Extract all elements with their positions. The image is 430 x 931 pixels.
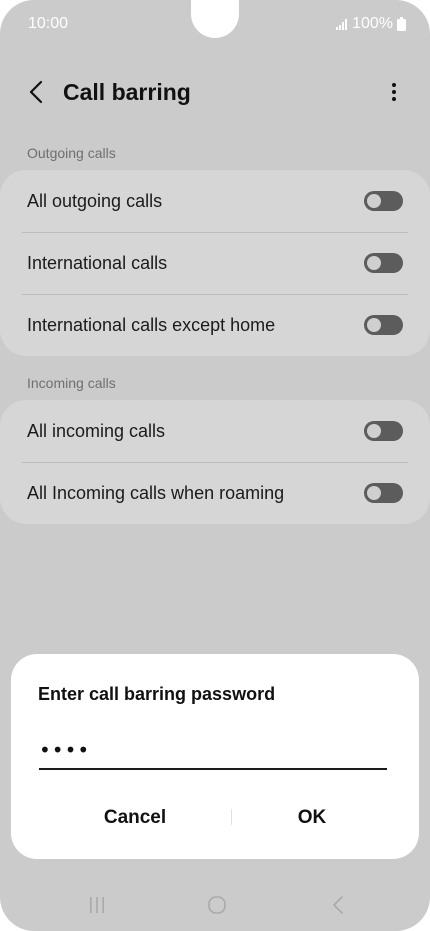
- setting-label: All Incoming calls when roaming: [27, 482, 285, 503]
- setting-row-all-outgoing[interactable]: All outgoing calls: [0, 170, 430, 232]
- more-options-button[interactable]: [378, 74, 410, 110]
- navigation-bar: [0, 880, 430, 930]
- recent-apps-button[interactable]: [77, 890, 117, 920]
- back-button[interactable]: [18, 74, 54, 110]
- back-nav-button[interactable]: [318, 890, 358, 920]
- toggle-international-except-home[interactable]: [364, 315, 403, 335]
- toggle-international[interactable]: [364, 253, 403, 273]
- toggle-knob: [367, 424, 381, 438]
- password-dialog: Enter call barring password Cancel OK: [11, 654, 419, 859]
- page-title: Call barring: [63, 79, 191, 105]
- home-button[interactable]: [197, 890, 237, 920]
- more-vertical-icon: [392, 83, 396, 101]
- password-input[interactable]: [39, 732, 387, 770]
- incoming-calls-card: All incoming calls All Incoming calls wh…: [0, 400, 430, 524]
- cancel-button[interactable]: Cancel: [55, 800, 215, 836]
- toggle-knob: [367, 194, 381, 208]
- battery-icon: [397, 17, 406, 31]
- status-time: 10:00: [28, 15, 69, 32]
- battery-percent: 100%: [352, 15, 393, 32]
- setting-label: International calls: [27, 252, 168, 273]
- setting-row-incoming-roaming[interactable]: All Incoming calls when roaming: [0, 462, 430, 524]
- back-nav-icon: [333, 896, 343, 914]
- recent-apps-icon: [90, 897, 104, 913]
- setting-label: All outgoing calls: [27, 190, 163, 211]
- toggle-all-outgoing[interactable]: [364, 191, 403, 211]
- setting-row-international[interactable]: International calls: [0, 232, 430, 294]
- setting-label: All incoming calls: [27, 420, 166, 441]
- home-icon: [208, 896, 226, 914]
- status-indicators: 100%: [336, 15, 406, 33]
- toggle-all-incoming[interactable]: [364, 421, 403, 441]
- section-label-incoming: Incoming calls: [27, 375, 116, 391]
- setting-label: International calls except home: [27, 314, 276, 335]
- app-bar: Call barring: [0, 70, 430, 116]
- outgoing-calls-card: All outgoing calls International calls I…: [0, 170, 430, 356]
- setting-row-international-except-home[interactable]: International calls except home: [0, 294, 430, 356]
- ok-button[interactable]: OK: [232, 800, 392, 836]
- toggle-incoming-roaming[interactable]: [364, 483, 403, 503]
- phone-screen: 10:00 100% Call barring Outgoing calls A…: [0, 0, 430, 931]
- section-label-outgoing: Outgoing calls: [27, 145, 116, 161]
- chevron-left-icon: [29, 80, 43, 104]
- setting-row-all-incoming[interactable]: All incoming calls: [0, 400, 430, 462]
- camera-notch: [191, 0, 239, 38]
- toggle-knob: [367, 318, 381, 332]
- dialog-title: Enter call barring password: [38, 684, 276, 704]
- toggle-knob: [367, 256, 381, 270]
- toggle-knob: [367, 486, 381, 500]
- signal-icon: [336, 18, 348, 30]
